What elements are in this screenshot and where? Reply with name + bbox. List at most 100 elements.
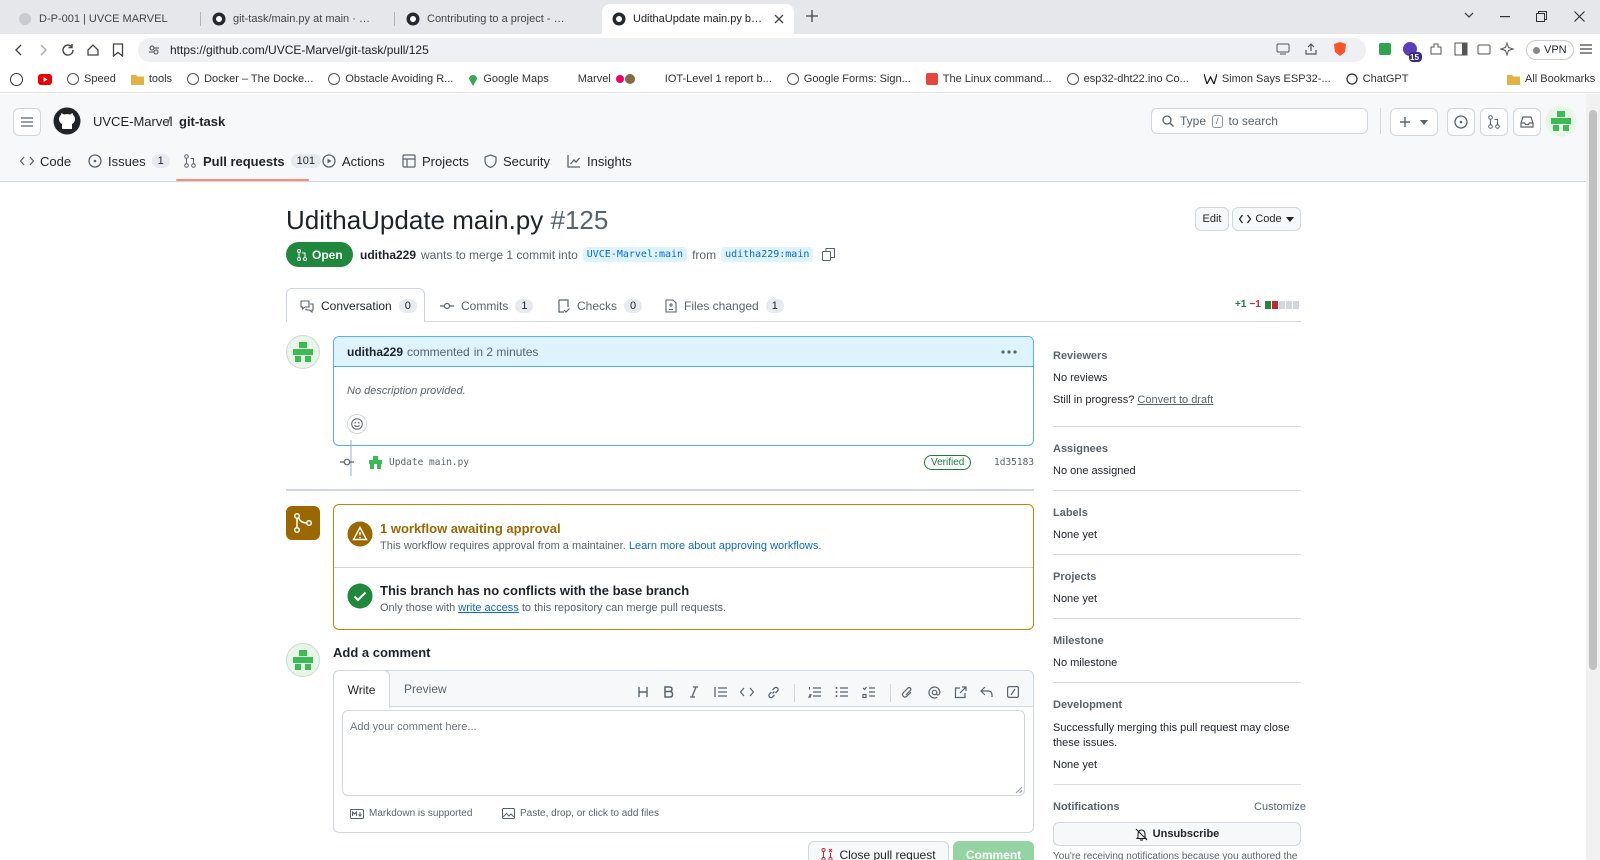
preview-tab[interactable]: Preview (404, 682, 447, 696)
tab-conversation[interactable]: Conversation 0 (300, 289, 417, 323)
github-logo-icon[interactable] (53, 107, 81, 135)
tab-code[interactable]: Code (20, 140, 71, 182)
restore-icon[interactable] (1536, 11, 1547, 22)
share-icon[interactable] (1304, 42, 1318, 56)
youtube-bookmark-icon[interactable] (38, 73, 52, 85)
assignees-heading[interactable]: Assignees (1053, 443, 1108, 455)
repo-name-link[interactable]: git-task (179, 114, 225, 129)
tab-projects[interactable]: Projects (402, 140, 469, 182)
commit-sha-link[interactable]: 1d35183 (994, 457, 1034, 468)
page-scrollbar[interactable] (1586, 94, 1600, 860)
head-branch-chip[interactable]: uditha229:main (721, 247, 814, 262)
slash-commands-icon[interactable] (1007, 686, 1019, 698)
new-tab-icon[interactable] (806, 10, 818, 22)
write-tab[interactable]: Write (333, 670, 390, 708)
commit-author-avatar[interactable] (368, 455, 383, 470)
code-dropdown-button[interactable]: Code (1232, 207, 1301, 231)
site-info-icon[interactable] (148, 44, 160, 56)
scrollbar-thumb[interactable] (1589, 110, 1597, 670)
close-tab-icon[interactable] (774, 14, 784, 24)
pull-requests-nav-button[interactable] (1480, 108, 1508, 136)
development-heading[interactable]: Development (1053, 699, 1122, 711)
learn-more-link[interactable]: Learn more about approving workflows. (629, 540, 822, 552)
tab-files-changed[interactable]: Files changed 1 (665, 289, 784, 323)
extensions-puzzle-icon[interactable] (1429, 42, 1443, 56)
wallet-icon[interactable] (1477, 42, 1491, 56)
close-pr-button[interactable]: Close pull request (808, 841, 949, 860)
user-avatar[interactable] (1545, 105, 1577, 137)
tab-checks[interactable]: Checks 0 (557, 289, 643, 323)
resize-handle-icon[interactable] (1015, 786, 1023, 794)
bookmark-item[interactable]: Google Maps (468, 73, 549, 86)
url-bar[interactable]: https://github.com/UVCE-Marvel/git-task/… (138, 38, 1366, 62)
copy-icon[interactable] (822, 248, 836, 261)
cast-icon[interactable] (1276, 43, 1290, 55)
bookmark-item[interactable]: Docker – The Docke... (187, 73, 313, 85)
search-input[interactable]: Type / to search (1151, 108, 1368, 134)
home-icon[interactable] (86, 43, 100, 57)
bookmark-item[interactable]: tools (130, 73, 172, 85)
back-icon[interactable] (13, 44, 25, 56)
milestone-heading[interactable]: Milestone (1053, 635, 1104, 647)
reddit-bookmark-icon[interactable] (10, 72, 23, 86)
all-bookmarks[interactable]: All Bookmarks (1507, 73, 1595, 85)
browser-tab[interactable]: Contributing to a project - GitHub D (396, 4, 586, 34)
tab-pull-requests[interactable]: Pull requests 101 (183, 140, 321, 182)
cross-reference-icon[interactable] (954, 686, 967, 699)
reply-icon[interactable] (980, 686, 993, 698)
extension-mail-icon[interactable] (1379, 43, 1391, 55)
browser-tab-active[interactable]: UdithaUpdate main.py by udit (602, 4, 794, 34)
tab-security[interactable]: Security (484, 140, 550, 182)
bookmark-item[interactable]: Speed (67, 73, 116, 85)
bookmark-item[interactable]: The Linux command... (925, 73, 1052, 85)
tasklist-icon[interactable] (862, 686, 876, 698)
bookmark-icon[interactable] (112, 43, 124, 57)
heading-icon[interactable] (637, 686, 649, 698)
issues-nav-button[interactable] (1447, 108, 1475, 136)
customize-link[interactable]: Customize (1254, 801, 1306, 813)
bookmark-item[interactable]: esp32-dht22.ino Co... (1066, 73, 1189, 85)
comment-submit-button[interactable]: Comment (953, 841, 1034, 860)
create-new-button[interactable] (1390, 108, 1438, 136)
browser-tab[interactable]: D-P-001 | UVCE MARVEL (8, 4, 198, 34)
labels-heading[interactable]: Labels (1053, 507, 1088, 519)
link-icon[interactable] (767, 686, 780, 699)
kebab-horizontal-icon[interactable] (1001, 349, 1017, 354)
verified-badge[interactable]: Verified (924, 455, 972, 470)
bookmark-item[interactable]: Google Forms: Sign... (786, 73, 911, 85)
write-access-link[interactable]: write access (458, 602, 519, 614)
attach-files-note[interactable]: Paste, drop, or click to add files (502, 808, 659, 819)
url-text[interactable]: https://github.com/UVCE-Marvel/git-task/… (170, 43, 429, 57)
bold-icon[interactable] (663, 686, 674, 698)
tab-actions[interactable]: Actions (322, 140, 385, 182)
comment-time[interactable]: in 2 minutes (474, 345, 539, 359)
unsubscribe-button[interactable]: Unsubscribe (1053, 822, 1301, 846)
bookmark-item[interactable]: Simon Says ESP32-... (1203, 73, 1331, 85)
gear-icon[interactable] (1289, 351, 1290, 352)
brave-shield-icon[interactable] (1333, 41, 1347, 57)
tab-commits[interactable]: Commits 1 (440, 289, 534, 323)
edit-title-button[interactable]: Edit (1195, 207, 1229, 231)
convert-to-draft-link[interactable]: Convert to draft (1137, 394, 1213, 406)
comment-textarea[interactable]: Add your comment here... (342, 710, 1025, 796)
vpn-button[interactable]: VPN (1526, 40, 1574, 60)
global-nav-menu-button[interactable] (13, 108, 41, 136)
commit-message-link[interactable]: Update main.py (389, 457, 469, 468)
minimize-icon[interactable] (1500, 16, 1510, 18)
inbox-button[interactable] (1513, 108, 1541, 136)
add-reaction-button[interactable] (347, 414, 367, 434)
close-window-icon[interactable] (1574, 11, 1585, 22)
quote-icon[interactable] (714, 686, 728, 698)
reviewers-heading[interactable]: Reviewers (1053, 350, 1107, 362)
italic-icon[interactable] (689, 686, 699, 698)
bookmark-item[interactable]: IOT-Level 1 report b... (665, 73, 772, 85)
mention-icon[interactable] (928, 686, 941, 699)
code-icon[interactable] (740, 686, 754, 698)
browser-menu-icon[interactable] (1580, 43, 1592, 55)
sidebar-toggle-icon[interactable] (1454, 42, 1468, 56)
unordered-list-icon[interactable] (835, 686, 849, 698)
base-branch-chip[interactable]: UVCE-Marvel:main (582, 247, 688, 262)
reload-icon[interactable] (61, 43, 75, 57)
bookmark-item[interactable]: Obstacle Avoiding R... (328, 73, 453, 85)
ordered-list-icon[interactable] (808, 686, 822, 698)
